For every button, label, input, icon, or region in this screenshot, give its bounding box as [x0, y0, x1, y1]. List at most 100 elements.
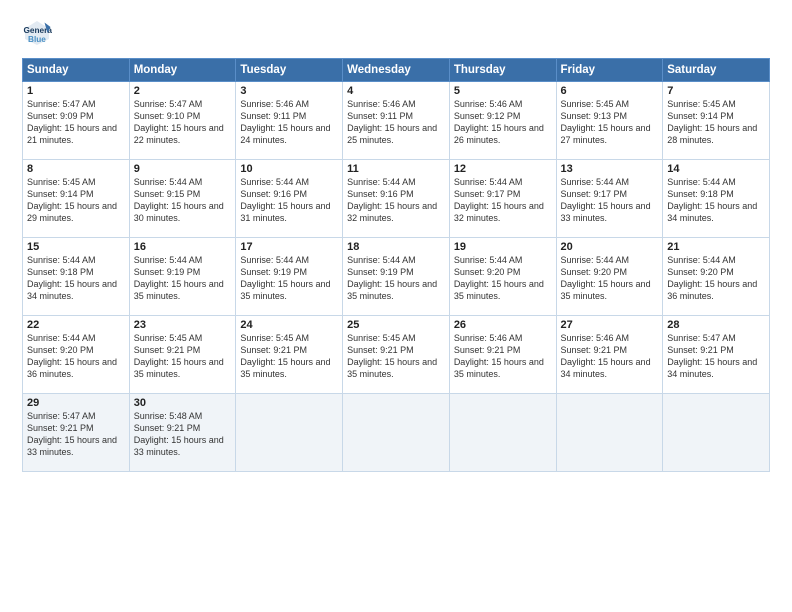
- svg-text:Blue: Blue: [28, 35, 46, 44]
- day-cell: [663, 394, 770, 472]
- day-info: Sunrise: 5:44 AM Sunset: 9:17 PM Dayligh…: [561, 176, 659, 225]
- day-cell: 5 Sunrise: 5:46 AM Sunset: 9:12 PM Dayli…: [449, 82, 556, 160]
- week-row-3: 22 Sunrise: 5:44 AM Sunset: 9:20 PM Dayl…: [23, 316, 770, 394]
- day-cell: 1 Sunrise: 5:47 AM Sunset: 9:09 PM Dayli…: [23, 82, 130, 160]
- day-number: 22: [27, 319, 125, 331]
- day-cell: 19 Sunrise: 5:44 AM Sunset: 9:20 PM Dayl…: [449, 238, 556, 316]
- day-number: 25: [347, 319, 445, 331]
- day-cell: 2 Sunrise: 5:47 AM Sunset: 9:10 PM Dayli…: [129, 82, 236, 160]
- day-info: Sunrise: 5:44 AM Sunset: 9:19 PM Dayligh…: [240, 254, 338, 303]
- day-cell: 30 Sunrise: 5:48 AM Sunset: 9:21 PM Dayl…: [129, 394, 236, 472]
- day-number: 9: [134, 163, 232, 175]
- day-info: Sunrise: 5:47 AM Sunset: 9:21 PM Dayligh…: [27, 410, 125, 459]
- col-header-sunday: Sunday: [23, 59, 130, 82]
- day-number: 18: [347, 241, 445, 253]
- day-cell: 11 Sunrise: 5:44 AM Sunset: 9:16 PM Dayl…: [343, 160, 450, 238]
- day-number: 21: [667, 241, 765, 253]
- day-cell: 10 Sunrise: 5:44 AM Sunset: 9:16 PM Dayl…: [236, 160, 343, 238]
- day-cell: 25 Sunrise: 5:45 AM Sunset: 9:21 PM Dayl…: [343, 316, 450, 394]
- day-cell: 22 Sunrise: 5:44 AM Sunset: 9:20 PM Dayl…: [23, 316, 130, 394]
- day-number: 8: [27, 163, 125, 175]
- day-cell: 13 Sunrise: 5:44 AM Sunset: 9:17 PM Dayl…: [556, 160, 663, 238]
- day-info: Sunrise: 5:44 AM Sunset: 9:20 PM Dayligh…: [27, 332, 125, 381]
- day-cell: 21 Sunrise: 5:44 AM Sunset: 9:20 PM Dayl…: [663, 238, 770, 316]
- day-number: 11: [347, 163, 445, 175]
- day-info: Sunrise: 5:46 AM Sunset: 9:11 PM Dayligh…: [347, 98, 445, 147]
- day-info: Sunrise: 5:46 AM Sunset: 9:11 PM Dayligh…: [240, 98, 338, 147]
- day-cell: 18 Sunrise: 5:44 AM Sunset: 9:19 PM Dayl…: [343, 238, 450, 316]
- day-cell: [556, 394, 663, 472]
- day-number: 23: [134, 319, 232, 331]
- day-info: Sunrise: 5:47 AM Sunset: 9:09 PM Dayligh…: [27, 98, 125, 147]
- day-info: Sunrise: 5:45 AM Sunset: 9:21 PM Dayligh…: [240, 332, 338, 381]
- day-cell: 12 Sunrise: 5:44 AM Sunset: 9:17 PM Dayl…: [449, 160, 556, 238]
- day-cell: 26 Sunrise: 5:46 AM Sunset: 9:21 PM Dayl…: [449, 316, 556, 394]
- day-number: 15: [27, 241, 125, 253]
- day-number: 3: [240, 85, 338, 97]
- day-cell: 3 Sunrise: 5:46 AM Sunset: 9:11 PM Dayli…: [236, 82, 343, 160]
- col-header-thursday: Thursday: [449, 59, 556, 82]
- day-cell: 9 Sunrise: 5:44 AM Sunset: 9:15 PM Dayli…: [129, 160, 236, 238]
- col-header-wednesday: Wednesday: [343, 59, 450, 82]
- day-cell: [236, 394, 343, 472]
- day-number: 5: [454, 85, 552, 97]
- day-info: Sunrise: 5:44 AM Sunset: 9:18 PM Dayligh…: [667, 176, 765, 225]
- week-row-4: 29 Sunrise: 5:47 AM Sunset: 9:21 PM Dayl…: [23, 394, 770, 472]
- day-number: 20: [561, 241, 659, 253]
- day-number: 24: [240, 319, 338, 331]
- day-number: 7: [667, 85, 765, 97]
- page: General Blue SundayMondayTuesdayWednesda…: [0, 0, 792, 612]
- day-number: 12: [454, 163, 552, 175]
- day-info: Sunrise: 5:44 AM Sunset: 9:19 PM Dayligh…: [347, 254, 445, 303]
- day-number: 14: [667, 163, 765, 175]
- day-cell: 17 Sunrise: 5:44 AM Sunset: 9:19 PM Dayl…: [236, 238, 343, 316]
- day-cell: 4 Sunrise: 5:46 AM Sunset: 9:11 PM Dayli…: [343, 82, 450, 160]
- day-number: 19: [454, 241, 552, 253]
- day-number: 6: [561, 85, 659, 97]
- day-cell: 14 Sunrise: 5:44 AM Sunset: 9:18 PM Dayl…: [663, 160, 770, 238]
- day-info: Sunrise: 5:44 AM Sunset: 9:17 PM Dayligh…: [454, 176, 552, 225]
- day-number: 26: [454, 319, 552, 331]
- day-number: 27: [561, 319, 659, 331]
- day-info: Sunrise: 5:45 AM Sunset: 9:21 PM Dayligh…: [134, 332, 232, 381]
- day-cell: [449, 394, 556, 472]
- header: General Blue: [22, 18, 770, 48]
- logo-icon: General Blue: [22, 18, 52, 48]
- day-number: 16: [134, 241, 232, 253]
- day-cell: 7 Sunrise: 5:45 AM Sunset: 9:14 PM Dayli…: [663, 82, 770, 160]
- day-info: Sunrise: 5:46 AM Sunset: 9:21 PM Dayligh…: [454, 332, 552, 381]
- day-info: Sunrise: 5:45 AM Sunset: 9:13 PM Dayligh…: [561, 98, 659, 147]
- col-header-monday: Monday: [129, 59, 236, 82]
- day-number: 1: [27, 85, 125, 97]
- week-row-0: 1 Sunrise: 5:47 AM Sunset: 9:09 PM Dayli…: [23, 82, 770, 160]
- day-info: Sunrise: 5:44 AM Sunset: 9:15 PM Dayligh…: [134, 176, 232, 225]
- header-row: SundayMondayTuesdayWednesdayThursdayFrid…: [23, 59, 770, 82]
- day-info: Sunrise: 5:44 AM Sunset: 9:18 PM Dayligh…: [27, 254, 125, 303]
- calendar-body: 1 Sunrise: 5:47 AM Sunset: 9:09 PM Dayli…: [23, 82, 770, 472]
- day-number: 13: [561, 163, 659, 175]
- day-info: Sunrise: 5:44 AM Sunset: 9:20 PM Dayligh…: [561, 254, 659, 303]
- col-header-tuesday: Tuesday: [236, 59, 343, 82]
- day-cell: 24 Sunrise: 5:45 AM Sunset: 9:21 PM Dayl…: [236, 316, 343, 394]
- day-cell: 16 Sunrise: 5:44 AM Sunset: 9:19 PM Dayl…: [129, 238, 236, 316]
- col-header-saturday: Saturday: [663, 59, 770, 82]
- day-cell: 27 Sunrise: 5:46 AM Sunset: 9:21 PM Dayl…: [556, 316, 663, 394]
- day-number: 30: [134, 397, 232, 409]
- week-row-2: 15 Sunrise: 5:44 AM Sunset: 9:18 PM Dayl…: [23, 238, 770, 316]
- day-info: Sunrise: 5:46 AM Sunset: 9:12 PM Dayligh…: [454, 98, 552, 147]
- day-number: 28: [667, 319, 765, 331]
- day-cell: 6 Sunrise: 5:45 AM Sunset: 9:13 PM Dayli…: [556, 82, 663, 160]
- day-number: 17: [240, 241, 338, 253]
- day-info: Sunrise: 5:47 AM Sunset: 9:21 PM Dayligh…: [667, 332, 765, 381]
- day-number: 4: [347, 85, 445, 97]
- day-cell: [343, 394, 450, 472]
- day-number: 2: [134, 85, 232, 97]
- day-cell: 23 Sunrise: 5:45 AM Sunset: 9:21 PM Dayl…: [129, 316, 236, 394]
- day-info: Sunrise: 5:48 AM Sunset: 9:21 PM Dayligh…: [134, 410, 232, 459]
- week-row-1: 8 Sunrise: 5:45 AM Sunset: 9:14 PM Dayli…: [23, 160, 770, 238]
- day-cell: 15 Sunrise: 5:44 AM Sunset: 9:18 PM Dayl…: [23, 238, 130, 316]
- day-cell: 20 Sunrise: 5:44 AM Sunset: 9:20 PM Dayl…: [556, 238, 663, 316]
- calendar-header: SundayMondayTuesdayWednesdayThursdayFrid…: [23, 59, 770, 82]
- day-cell: 29 Sunrise: 5:47 AM Sunset: 9:21 PM Dayl…: [23, 394, 130, 472]
- day-info: Sunrise: 5:44 AM Sunset: 9:16 PM Dayligh…: [240, 176, 338, 225]
